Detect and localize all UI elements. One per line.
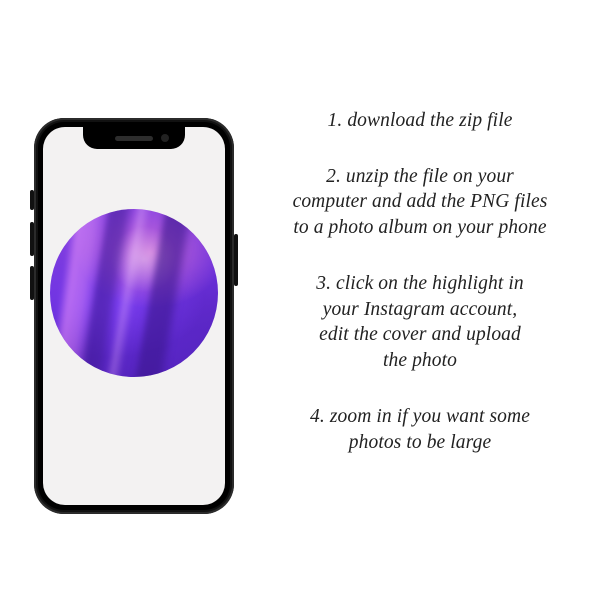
step-1: 1. download the zip file — [264, 108, 576, 134]
volume-up-icon — [30, 222, 34, 256]
phone-notch-icon — [83, 127, 185, 149]
instructions-list: 1. download the zip file 2. unzip the fi… — [264, 108, 576, 455]
mute-switch-icon — [30, 190, 34, 210]
camera-icon — [161, 134, 169, 142]
power-button-icon — [234, 234, 238, 286]
volume-down-icon — [30, 266, 34, 300]
highlight-cover-image — [50, 209, 218, 377]
phone-screen — [43, 127, 225, 505]
speaker-icon — [115, 136, 153, 141]
phone-mockup — [34, 118, 234, 514]
step-3: 3. click on the highlight in your Instag… — [264, 271, 576, 374]
instruction-card: 1. download the zip file 2. unzip the fi… — [0, 0, 600, 600]
step-4: 4. zoom in if you want some photos to be… — [264, 404, 576, 455]
step-2: 2. unzip the file on your computer and a… — [264, 164, 576, 241]
